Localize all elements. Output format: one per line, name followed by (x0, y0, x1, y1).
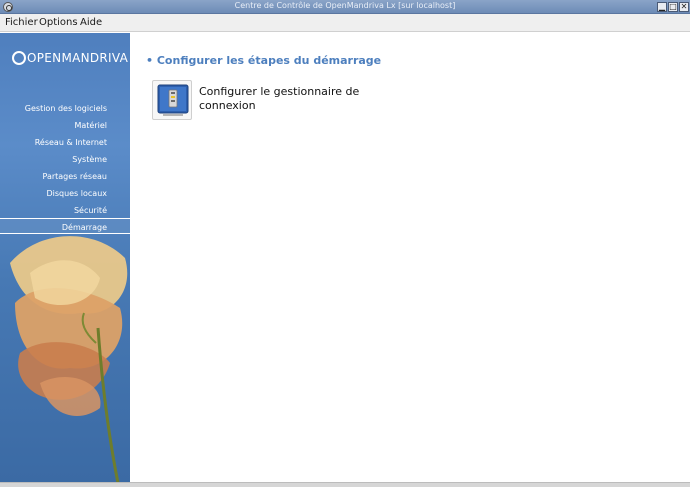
logo-label: OPENMANDRIVA (27, 51, 129, 65)
sidebar-item-reseau[interactable]: Réseau & Internet (35, 138, 107, 147)
sidebar: OPENMANDRIVA Gestion des logiciels Matér… (0, 33, 130, 483)
main-panel: • Configurer les étapes du démarrage Con… (130, 33, 690, 483)
menubar: Fichier Options Aide (0, 14, 690, 32)
sidebar-item-systeme[interactable]: Système (72, 155, 107, 164)
window-bottom-border (0, 482, 690, 487)
maximize-button[interactable]: □ (668, 2, 678, 12)
tool-login-manager-label[interactable]: Configurer le gestionnaire de connexion (199, 85, 369, 113)
sidebar-item-demarrage[interactable]: Démarrage (62, 223, 107, 232)
menu-fichier[interactable]: Fichier (5, 17, 38, 28)
sidebar-item-partages[interactable]: Partages réseau (42, 172, 107, 181)
menu-aide[interactable]: Aide (80, 17, 102, 28)
login-manager-icon[interactable] (152, 80, 192, 120)
minimize-button[interactable]: ▁ (657, 2, 667, 12)
poppy-flower-illustration (10, 236, 128, 483)
close-button[interactable]: ✕ (679, 2, 689, 12)
logo-text: OPENMANDRIVA (12, 51, 128, 65)
section-title: • Configurer les étapes du démarrage (146, 54, 382, 67)
window-title: Centre de Contrôle de OpenMandriva Lx [s… (234, 1, 456, 10)
menu-options[interactable]: Options (39, 17, 78, 28)
sidebar-item-materiel[interactable]: Matériel (74, 121, 107, 130)
sidebar-item-gestion-logiciels[interactable]: Gestion des logiciels (25, 104, 107, 113)
sidebar-item-securite[interactable]: Sécurité (74, 206, 107, 215)
sidebar-item-disques[interactable]: Disques locaux (46, 189, 107, 198)
window-titlebar[interactable]: Centre de Contrôle de OpenMandriva Lx [s… (0, 0, 690, 14)
